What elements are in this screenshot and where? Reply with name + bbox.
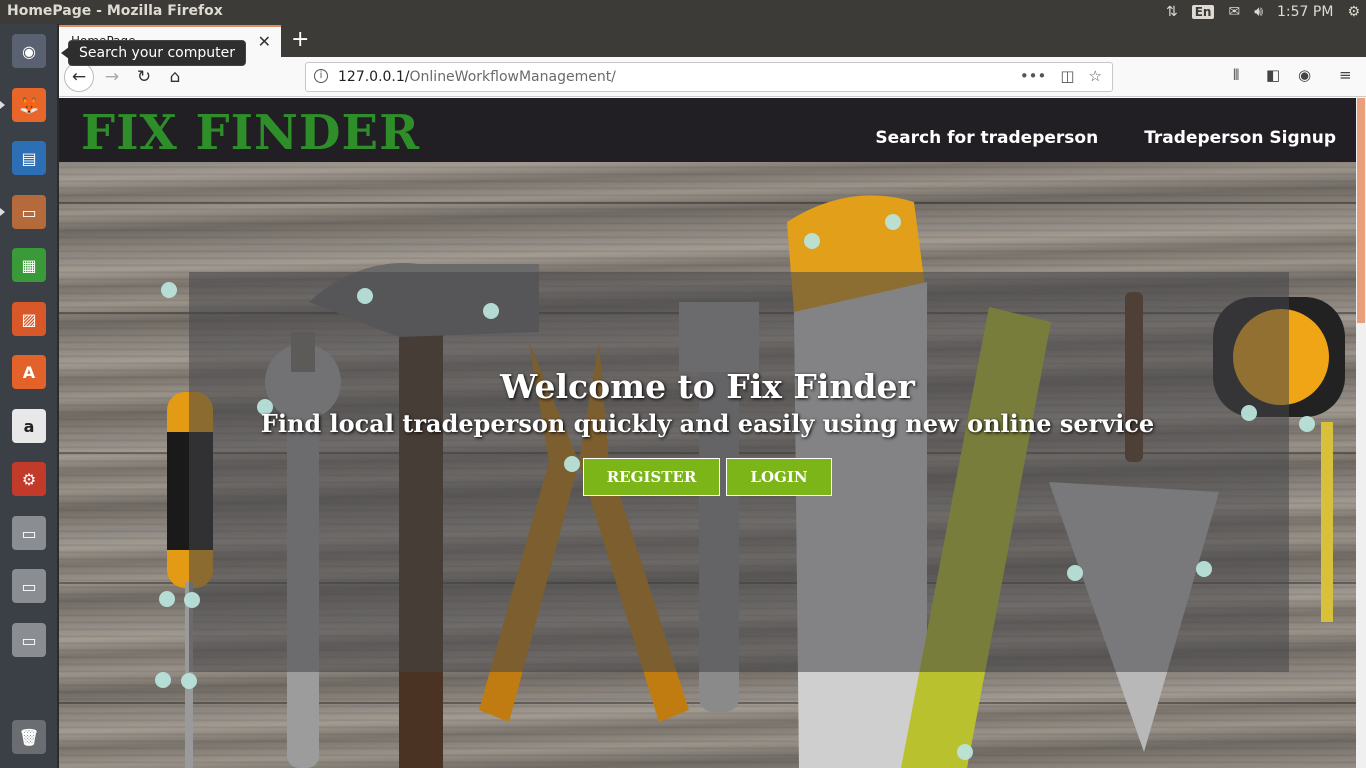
sidebar-icon[interactable]: ◧: [1266, 66, 1280, 84]
files-icon: ▭: [12, 195, 46, 229]
launcher-calc[interactable]: ▦: [6, 242, 52, 288]
mail-icon[interactable]: ✉: [1228, 4, 1240, 20]
decor-dot: [483, 303, 499, 319]
window-title: HomePage - Mozilla Firefox: [7, 3, 223, 19]
web-page: FIX FINDER Search for tradeperson Tradep…: [59, 98, 1356, 768]
launcher-amazon[interactable]: a: [6, 403, 52, 449]
hero-heading: Welcome to Fix Finder: [500, 367, 915, 406]
account-icon[interactable]: ◉: [1298, 66, 1311, 84]
home-icon[interactable]: ⌂: [162, 64, 188, 90]
url-text: 127.0.0.1/OnlineWorkflowManagement/: [338, 69, 616, 85]
register-button[interactable]: REGISTER: [583, 458, 720, 496]
drive-3-icon: ▭: [12, 623, 46, 657]
launcher-impress[interactable]: ▨: [6, 296, 52, 342]
site-header: FIX FINDER Search for tradeperson Tradep…: [59, 98, 1356, 162]
launcher-tooltip: Search your computer: [61, 40, 246, 66]
hero-buttons: REGISTER LOGIN: [59, 458, 1356, 496]
decor-dot: [957, 744, 973, 760]
impress-icon: ▨: [12, 302, 46, 336]
calc-icon: ▦: [12, 248, 46, 282]
decor-dot: [159, 591, 175, 607]
forward-arrow-icon[interactable]: →: [99, 64, 125, 90]
running-indicator: [0, 208, 5, 216]
firefox-window: HomePage ✕ + ← → ↻ ⌂ i 127.0.0.1/OnlineW…: [59, 24, 1366, 768]
nav-tradeperson-signup[interactable]: Tradeperson Signup: [1144, 128, 1336, 148]
decor-dot: [357, 288, 373, 304]
decor-dot: [181, 673, 197, 689]
os-top-bar: HomePage - Mozilla Firefox ⇅ En ✉ 🔊︎ 1:5…: [0, 0, 1366, 24]
launcher-trash[interactable]: 🗑: [6, 714, 52, 760]
hero-banner: Welcome to Fix Finder Find local tradepe…: [59, 162, 1356, 768]
library-icon[interactable]: ⫴: [1233, 66, 1239, 84]
tab-close-icon[interactable]: ✕: [258, 32, 271, 51]
tab-bar: HomePage ✕ +: [59, 24, 1366, 57]
page-scrollbar[interactable]: [1356, 98, 1366, 768]
system-tray: ⇅ En ✉ 🔊︎ 1:57 PM ⚙: [1166, 0, 1366, 24]
url-bar[interactable]: i 127.0.0.1/OnlineWorkflowManagement/ ••…: [305, 62, 1113, 92]
site-nav: Search for tradeperson Tradeperson Signu…: [875, 128, 1336, 148]
navigation-toolbar: ← → ↻ ⌂ i 127.0.0.1/OnlineWorkflowManage…: [59, 57, 1366, 97]
network-icon[interactable]: ⇅: [1166, 4, 1178, 20]
software-center-icon: A: [12, 355, 46, 389]
decor-dot: [885, 214, 901, 230]
site-logo[interactable]: FIX FINDER: [81, 105, 420, 161]
bookmark-star-icon[interactable]: ☆: [1089, 67, 1102, 85]
amazon-icon: a: [12, 409, 46, 443]
launcher-drive-2[interactable]: ▭: [6, 563, 52, 609]
decor-dot: [155, 672, 171, 688]
launcher-software-center[interactable]: A: [6, 349, 52, 395]
pocket-icon[interactable]: ◫: [1060, 67, 1074, 85]
ubuntu-dash-icon: ◉: [12, 34, 46, 68]
decor-dot: [1067, 565, 1083, 581]
launcher-image-viewer[interactable]: ▤: [6, 135, 52, 181]
decor-dot: [161, 282, 177, 298]
image-viewer-icon: ▤: [12, 141, 46, 175]
new-tab-icon[interactable]: +: [291, 27, 309, 52]
drive-2-icon: ▭: [12, 569, 46, 603]
unity-launcher: ◉ 🦊 ▤ ▭ ▦ ▨ Aa ⚙ ▭ ▭ ▭ 🗑: [0, 24, 58, 768]
drive-1-icon: ▭: [12, 516, 46, 550]
page-actions-icon[interactable]: •••: [1020, 67, 1047, 85]
volume-icon[interactable]: 🔊︎: [1254, 4, 1263, 20]
power-gear-icon[interactable]: ⚙: [1347, 4, 1360, 20]
decor-dot: [804, 233, 820, 249]
login-button[interactable]: LOGIN: [726, 458, 832, 496]
launcher-ubuntu-dash[interactable]: ◉: [6, 28, 52, 74]
system-settings-icon: ⚙: [12, 462, 46, 496]
reload-icon[interactable]: ↻: [131, 64, 157, 90]
launcher-system-settings[interactable]: ⚙: [6, 456, 52, 502]
hero-tagline: Find local tradeperson quickly and easil…: [260, 409, 1155, 438]
launcher-drive-1[interactable]: ▭: [6, 510, 52, 556]
launcher-firefox[interactable]: 🦊: [6, 82, 52, 128]
keyboard-layout-indicator[interactable]: En: [1191, 5, 1215, 19]
menu-hamburger-icon[interactable]: ≡: [1339, 66, 1352, 84]
launcher-files[interactable]: ▭: [6, 189, 52, 235]
back-arrow-icon[interactable]: ←: [64, 62, 94, 92]
launcher-drive-3[interactable]: ▭: [6, 617, 52, 663]
scrollbar-thumb[interactable]: [1357, 98, 1365, 323]
trash-icon: 🗑: [12, 720, 46, 754]
running-indicator: [0, 101, 5, 109]
decor-dot: [1196, 561, 1212, 577]
clock[interactable]: 1:57 PM: [1277, 4, 1333, 20]
firefox-icon: 🦊: [12, 88, 46, 122]
site-info-icon[interactable]: i: [314, 69, 328, 83]
nav-search-tradeperson[interactable]: Search for tradeperson: [875, 128, 1098, 148]
decor-dot: [184, 592, 200, 608]
